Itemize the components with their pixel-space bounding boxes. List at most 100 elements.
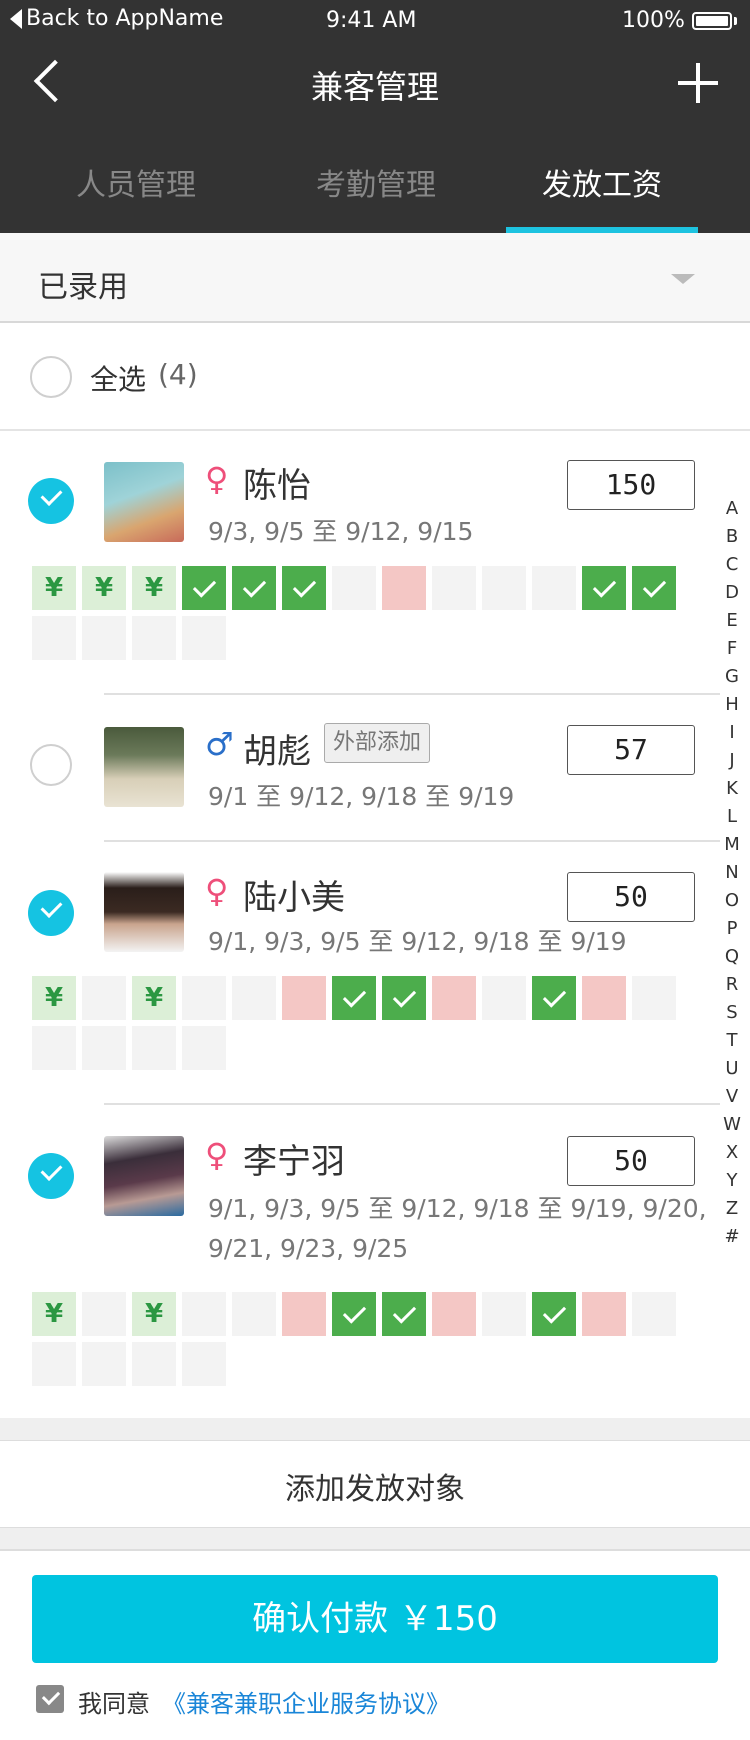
amount-input[interactable]: 50 xyxy=(567,1136,695,1186)
alphabet-index-letter[interactable]: X xyxy=(720,1142,744,1163)
avatar xyxy=(104,462,184,542)
row-divider xyxy=(104,693,720,695)
alphabet-index-letter[interactable]: I xyxy=(720,722,744,743)
alphabet-index-letter[interactable]: E xyxy=(720,610,744,631)
back-to-app-link[interactable]: Back to AppName xyxy=(10,6,223,31)
avatar xyxy=(104,1136,184,1216)
service-agreement-link[interactable]: 《兼客兼职企业服务协议》 xyxy=(162,1684,450,1719)
status-time: 9:41 AM xyxy=(326,8,417,33)
plus-icon-vertical xyxy=(696,63,700,103)
female-icon: ♀ xyxy=(205,1136,229,1174)
empty-day-cell xyxy=(482,976,526,1020)
alphabet-index-letter[interactable]: K xyxy=(720,778,744,799)
paid-yen-cell: ¥ xyxy=(132,566,176,610)
empty-day-cell xyxy=(82,1292,126,1336)
alphabet-index-letter[interactable]: # xyxy=(720,1226,744,1247)
alphabet-index-letter[interactable]: V xyxy=(720,1086,744,1107)
alphabet-index-letter[interactable]: U xyxy=(720,1058,744,1079)
tab-personnel[interactable]: 人员管理 xyxy=(46,160,226,204)
absent-cell xyxy=(282,976,326,1020)
back-triangle-icon xyxy=(10,9,22,29)
alphabet-index-letter[interactable]: H xyxy=(720,694,744,715)
dropdown-triangle-icon xyxy=(671,274,695,284)
alphabet-index-letter[interactable]: C xyxy=(720,554,744,575)
person-checkbox-unchecked[interactable] xyxy=(30,744,72,786)
tab-attendance[interactable]: 考勤管理 xyxy=(286,160,466,204)
work-dates: 9/3, 9/5 至 9/12, 9/15 xyxy=(208,517,474,546)
empty-day-cell xyxy=(182,976,226,1020)
work-dates: 9/1, 9/3, 9/5 至 9/12, 9/18 至 9/19, 9/20, xyxy=(208,1194,707,1223)
alphabet-index-letter[interactable]: O xyxy=(720,890,744,911)
attendance-grid: ¥ ¥ ¥ xyxy=(32,566,682,666)
alphabet-index-letter[interactable]: P xyxy=(720,918,744,939)
battery-icon xyxy=(692,12,732,30)
attendance-grid: ¥ ¥ xyxy=(32,976,682,1076)
back-to-app-label: Back to AppName xyxy=(26,6,224,31)
alphabet-index-letter[interactable]: S xyxy=(720,1002,744,1023)
agreement-checkbox[interactable] xyxy=(36,1685,64,1713)
paid-yen-cell: ¥ xyxy=(32,566,76,610)
person-name: 陆小美 xyxy=(243,878,345,918)
alphabet-index-letter[interactable]: T xyxy=(720,1030,744,1051)
alphabet-index-letter[interactable]: A xyxy=(720,498,744,519)
empty-day-cell xyxy=(332,566,376,610)
person-name: 陈怡 xyxy=(243,466,311,506)
alphabet-index-letter[interactable]: R xyxy=(720,974,744,995)
empty-day-cell xyxy=(132,1026,176,1070)
avatar xyxy=(104,872,184,952)
alphabet-index-letter[interactable]: B xyxy=(720,526,744,547)
alphabet-index-letter[interactable]: Q xyxy=(720,946,744,967)
alphabet-index-letter[interactable]: N xyxy=(720,862,744,883)
alphabet-index-letter[interactable]: W xyxy=(720,1114,744,1135)
empty-day-cell xyxy=(632,976,676,1020)
amount-input[interactable]: 50 xyxy=(567,872,695,922)
empty-day-cell xyxy=(432,566,476,610)
row-divider xyxy=(104,840,720,842)
amount-input[interactable]: 57 xyxy=(567,725,695,775)
amount-input[interactable]: 150 xyxy=(567,460,695,510)
battery-tip xyxy=(734,17,737,25)
avatar xyxy=(104,727,184,807)
female-icon: ♀ xyxy=(205,460,229,498)
empty-day-cell xyxy=(82,976,126,1020)
work-dates: 9/1 至 9/12, 9/18 至 9/19 xyxy=(208,782,515,811)
empty-day-cell xyxy=(32,1342,76,1386)
attended-check-cell xyxy=(582,566,626,610)
paid-yen-cell: ¥ xyxy=(82,566,126,610)
footer-divider xyxy=(0,1549,750,1551)
alphabet-index-letter[interactable]: L xyxy=(720,806,744,827)
paid-yen-cell: ¥ xyxy=(32,1292,76,1336)
confirm-payment-button[interactable]: 确认付款 ￥150 xyxy=(32,1575,718,1663)
empty-day-cell xyxy=(182,1026,226,1070)
section-spacer xyxy=(0,1418,750,1440)
battery-percent: 100% xyxy=(622,8,685,33)
empty-day-cell xyxy=(82,1342,126,1386)
alphabet-index-letter[interactable]: Y xyxy=(720,1170,744,1191)
empty-day-cell xyxy=(632,1292,676,1336)
absent-cell xyxy=(582,976,626,1020)
work-dates-continued: 9/21, 9/23, 9/25 xyxy=(208,1234,409,1263)
person-name: 胡彪 xyxy=(243,732,311,772)
attended-check-cell xyxy=(532,976,576,1020)
person-checkbox-checked[interactable] xyxy=(28,890,74,936)
alphabet-index-letter[interactable]: F xyxy=(720,638,744,659)
attendance-grid: ¥ ¥ xyxy=(32,1292,682,1392)
alphabet-index-letter[interactable]: G xyxy=(720,666,744,687)
attended-check-cell xyxy=(532,1292,576,1336)
empty-day-cell xyxy=(532,566,576,610)
empty-day-cell xyxy=(132,1342,176,1386)
alphabet-index-letter[interactable]: M xyxy=(720,834,744,855)
person-checkbox-checked[interactable] xyxy=(28,478,74,524)
alphabet-index-letter[interactable]: J xyxy=(720,750,744,771)
tab-salary[interactable]: 发放工资 xyxy=(512,160,692,204)
select-all-radio[interactable] xyxy=(30,356,72,398)
empty-day-cell xyxy=(482,1292,526,1336)
paid-yen-cell: ¥ xyxy=(32,976,76,1020)
person-checkbox-checked[interactable] xyxy=(28,1153,74,1199)
attended-check-cell xyxy=(182,566,226,610)
empty-day-cell xyxy=(182,1342,226,1386)
alphabet-index-letter[interactable]: Z xyxy=(720,1198,744,1219)
select-all-label: 全选 xyxy=(90,363,147,396)
alphabet-index-letter[interactable]: D xyxy=(720,582,744,603)
empty-day-cell xyxy=(232,1292,276,1336)
